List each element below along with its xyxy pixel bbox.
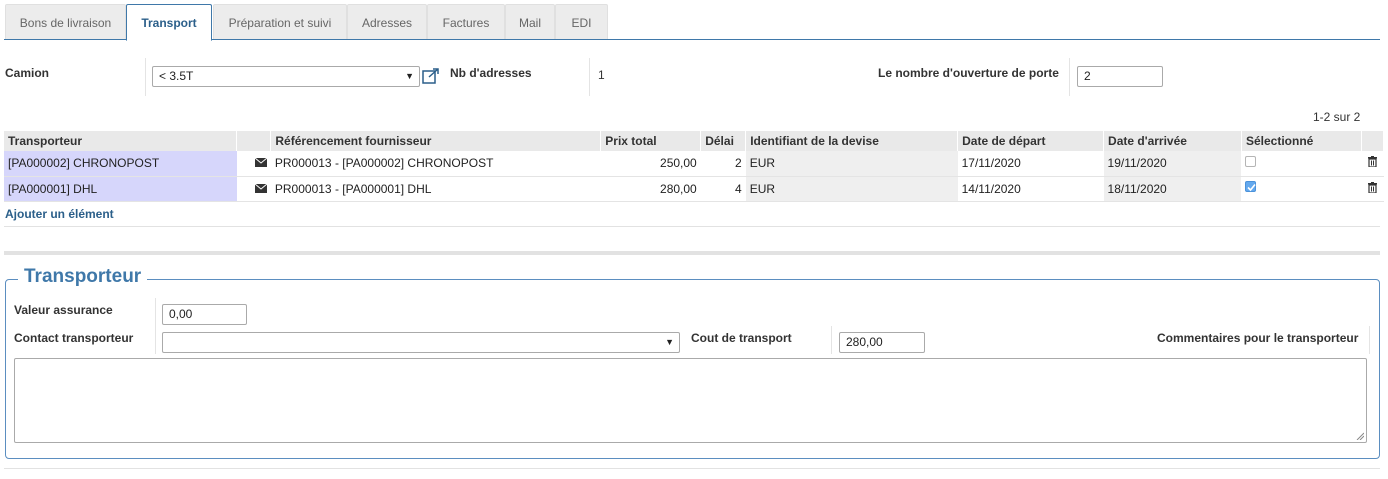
divider — [1369, 326, 1370, 354]
tab-edi[interactable]: EDI — [555, 4, 608, 40]
cell-date-arrivee[interactable]: 19/11/2020 — [1103, 151, 1242, 177]
tab-preparation-et-suivi[interactable]: Préparation et suivi — [213, 4, 347, 40]
cell-devise[interactable]: EUR — [745, 151, 958, 177]
external-link-icon[interactable] — [422, 68, 440, 87]
cell-date-arrivee[interactable]: 18/11/2020 — [1103, 176, 1242, 202]
divider — [4, 226, 1380, 227]
contact-transporteur-select[interactable]: ▼ — [162, 332, 680, 353]
divider — [831, 326, 832, 354]
col-actions — [1361, 131, 1385, 151]
table-header-row: Transporteur Référencement fournisseur P… — [4, 131, 1385, 151]
envelope-icon[interactable] — [236, 151, 271, 177]
cell-delai[interactable]: 2 — [700, 151, 746, 177]
valeur-assurance-input[interactable]: 0,00 — [162, 304, 247, 325]
selected-checkbox[interactable] — [1245, 155, 1257, 167]
cell-prix-total[interactable]: 250,00 — [600, 151, 701, 177]
add-element-link[interactable]: Ajouter un élément — [5, 207, 114, 221]
cout-transport-input[interactable]: 280,00 — [839, 332, 925, 353]
col-delai[interactable]: Délai — [700, 131, 747, 151]
tab-adresses[interactable]: Adresses — [347, 4, 427, 40]
camion-label: Camion — [5, 66, 50, 80]
section-divider — [4, 251, 1380, 255]
nb-adresses-value: 1 — [598, 68, 605, 82]
transporteur-legend: Transporteur — [18, 266, 148, 288]
camion-select-value: < 3.5T — [159, 69, 194, 83]
cell-referencement[interactable]: PR000013 - [PA000002] CHRONOPOST — [270, 151, 601, 177]
contact-transporteur-label: Contact transporteur — [14, 331, 134, 345]
trash-icon[interactable] — [1361, 176, 1384, 202]
transporteurs-table: Transporteur Référencement fournisseur P… — [4, 131, 1385, 202]
divider — [145, 58, 146, 96]
ouverture-porte-input[interactable]: 2 — [1077, 66, 1163, 87]
divider — [155, 298, 156, 354]
cell-selectionne[interactable] — [1241, 176, 1362, 202]
tab-bar: Bons de livraison Transport Préparation … — [0, 0, 1388, 41]
commentaires-label: Commentaires pour le transporteur — [1157, 331, 1359, 345]
divider — [4, 468, 1380, 469]
pagination-info: 1-2 sur 2 — [1313, 110, 1361, 124]
cell-transporteur[interactable]: [PA000002] CHRONOPOST — [4, 151, 237, 177]
col-mail — [236, 131, 272, 151]
envelope-icon[interactable] — [236, 176, 271, 202]
col-prix-total[interactable]: Prix total — [600, 131, 702, 151]
selected-checkbox[interactable] — [1245, 180, 1257, 192]
cell-selectionne[interactable] — [1241, 151, 1362, 177]
col-date-depart[interactable]: Date de départ — [957, 131, 1105, 151]
cell-referencement[interactable]: PR000013 - [PA000001] DHL — [270, 176, 601, 202]
cell-devise[interactable]: EUR — [745, 176, 958, 202]
cell-prix-total[interactable]: 280,00 — [600, 176, 701, 202]
trash-icon[interactable] — [1361, 151, 1384, 177]
tab-mail[interactable]: Mail — [505, 4, 555, 40]
col-selectionne[interactable]: Sélectionné — [1241, 131, 1362, 151]
tab-transport[interactable]: Transport — [126, 4, 212, 41]
resize-handle-icon[interactable] — [1356, 432, 1364, 440]
dropdown-arrow-icon: ▼ — [665, 337, 674, 347]
col-devise[interactable]: Identifiant de la devise — [745, 131, 959, 151]
cout-transport-label: Cout de transport — [691, 331, 792, 345]
camion-select[interactable]: < 3.5T ▼ — [152, 66, 420, 87]
col-referencement[interactable]: Référencement fournisseur — [270, 131, 602, 151]
divider — [1069, 58, 1070, 96]
dropdown-arrow-icon: ▼ — [405, 71, 414, 81]
cell-date-depart[interactable]: 17/11/2020 — [957, 151, 1104, 177]
tab-bons-de-livraison[interactable]: Bons de livraison — [5, 4, 126, 40]
col-transporteur[interactable]: Transporteur — [4, 131, 238, 151]
valeur-assurance-label: Valeur assurance — [14, 303, 113, 317]
cell-date-depart[interactable]: 14/11/2020 — [957, 176, 1104, 202]
commentaires-textarea[interactable] — [14, 358, 1367, 443]
nb-adresses-label: Nb d'adresses — [450, 66, 532, 80]
table-row[interactable]: [PA000001] DHL PR000013 - [PA000001] DHL… — [4, 176, 1384, 202]
divider — [589, 58, 590, 96]
col-date-arrivee[interactable]: Date d'arrivée — [1103, 131, 1242, 151]
ouverture-porte-label: Le nombre d'ouverture de porte — [878, 66, 1059, 80]
tab-factures[interactable]: Factures — [427, 4, 505, 40]
cell-delai[interactable]: 4 — [700, 176, 746, 202]
cell-transporteur[interactable]: [PA000001] DHL — [4, 176, 237, 202]
table-row[interactable]: [PA000002] CHRONOPOST PR000013 - [PA0000… — [4, 151, 1384, 177]
